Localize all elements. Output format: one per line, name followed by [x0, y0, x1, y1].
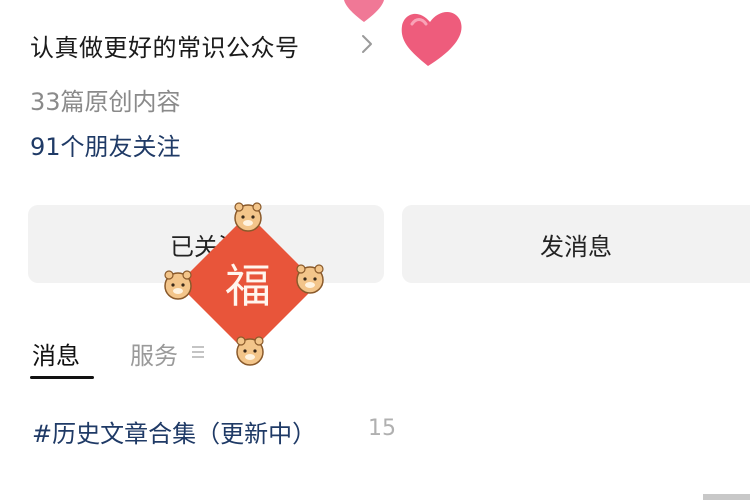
follower-count[interactable]: 91个朋友关注 — [30, 127, 181, 162]
tiger-face-icon — [164, 270, 192, 300]
tab-messages[interactable]: 消息 — [32, 336, 80, 371]
heart-icon — [401, 11, 462, 66]
article-count: 33篇原创内容 — [30, 88, 181, 116]
corner-edge — [703, 494, 750, 500]
fu-character: 福 — [225, 259, 271, 313]
collection-count: 15 — [368, 416, 396, 441]
heart-icon — [344, 0, 384, 22]
tab-active-indicator — [30, 376, 94, 379]
fu-sticker: 福 — [164, 202, 324, 366]
account-name[interactable]: 认真做更好的常识公众号 — [30, 28, 300, 63]
tiger-face-icon — [296, 264, 324, 294]
tiger-face-icon — [234, 202, 262, 232]
send-message-button-label: 发消息 — [540, 232, 612, 261]
send-message-button[interactable]: 发消息 — [402, 205, 750, 283]
tiger-face-icon — [236, 336, 264, 366]
chevron-right-icon[interactable] — [356, 30, 378, 58]
collection-link[interactable]: #历史文章合集（更新中） — [32, 414, 316, 449]
